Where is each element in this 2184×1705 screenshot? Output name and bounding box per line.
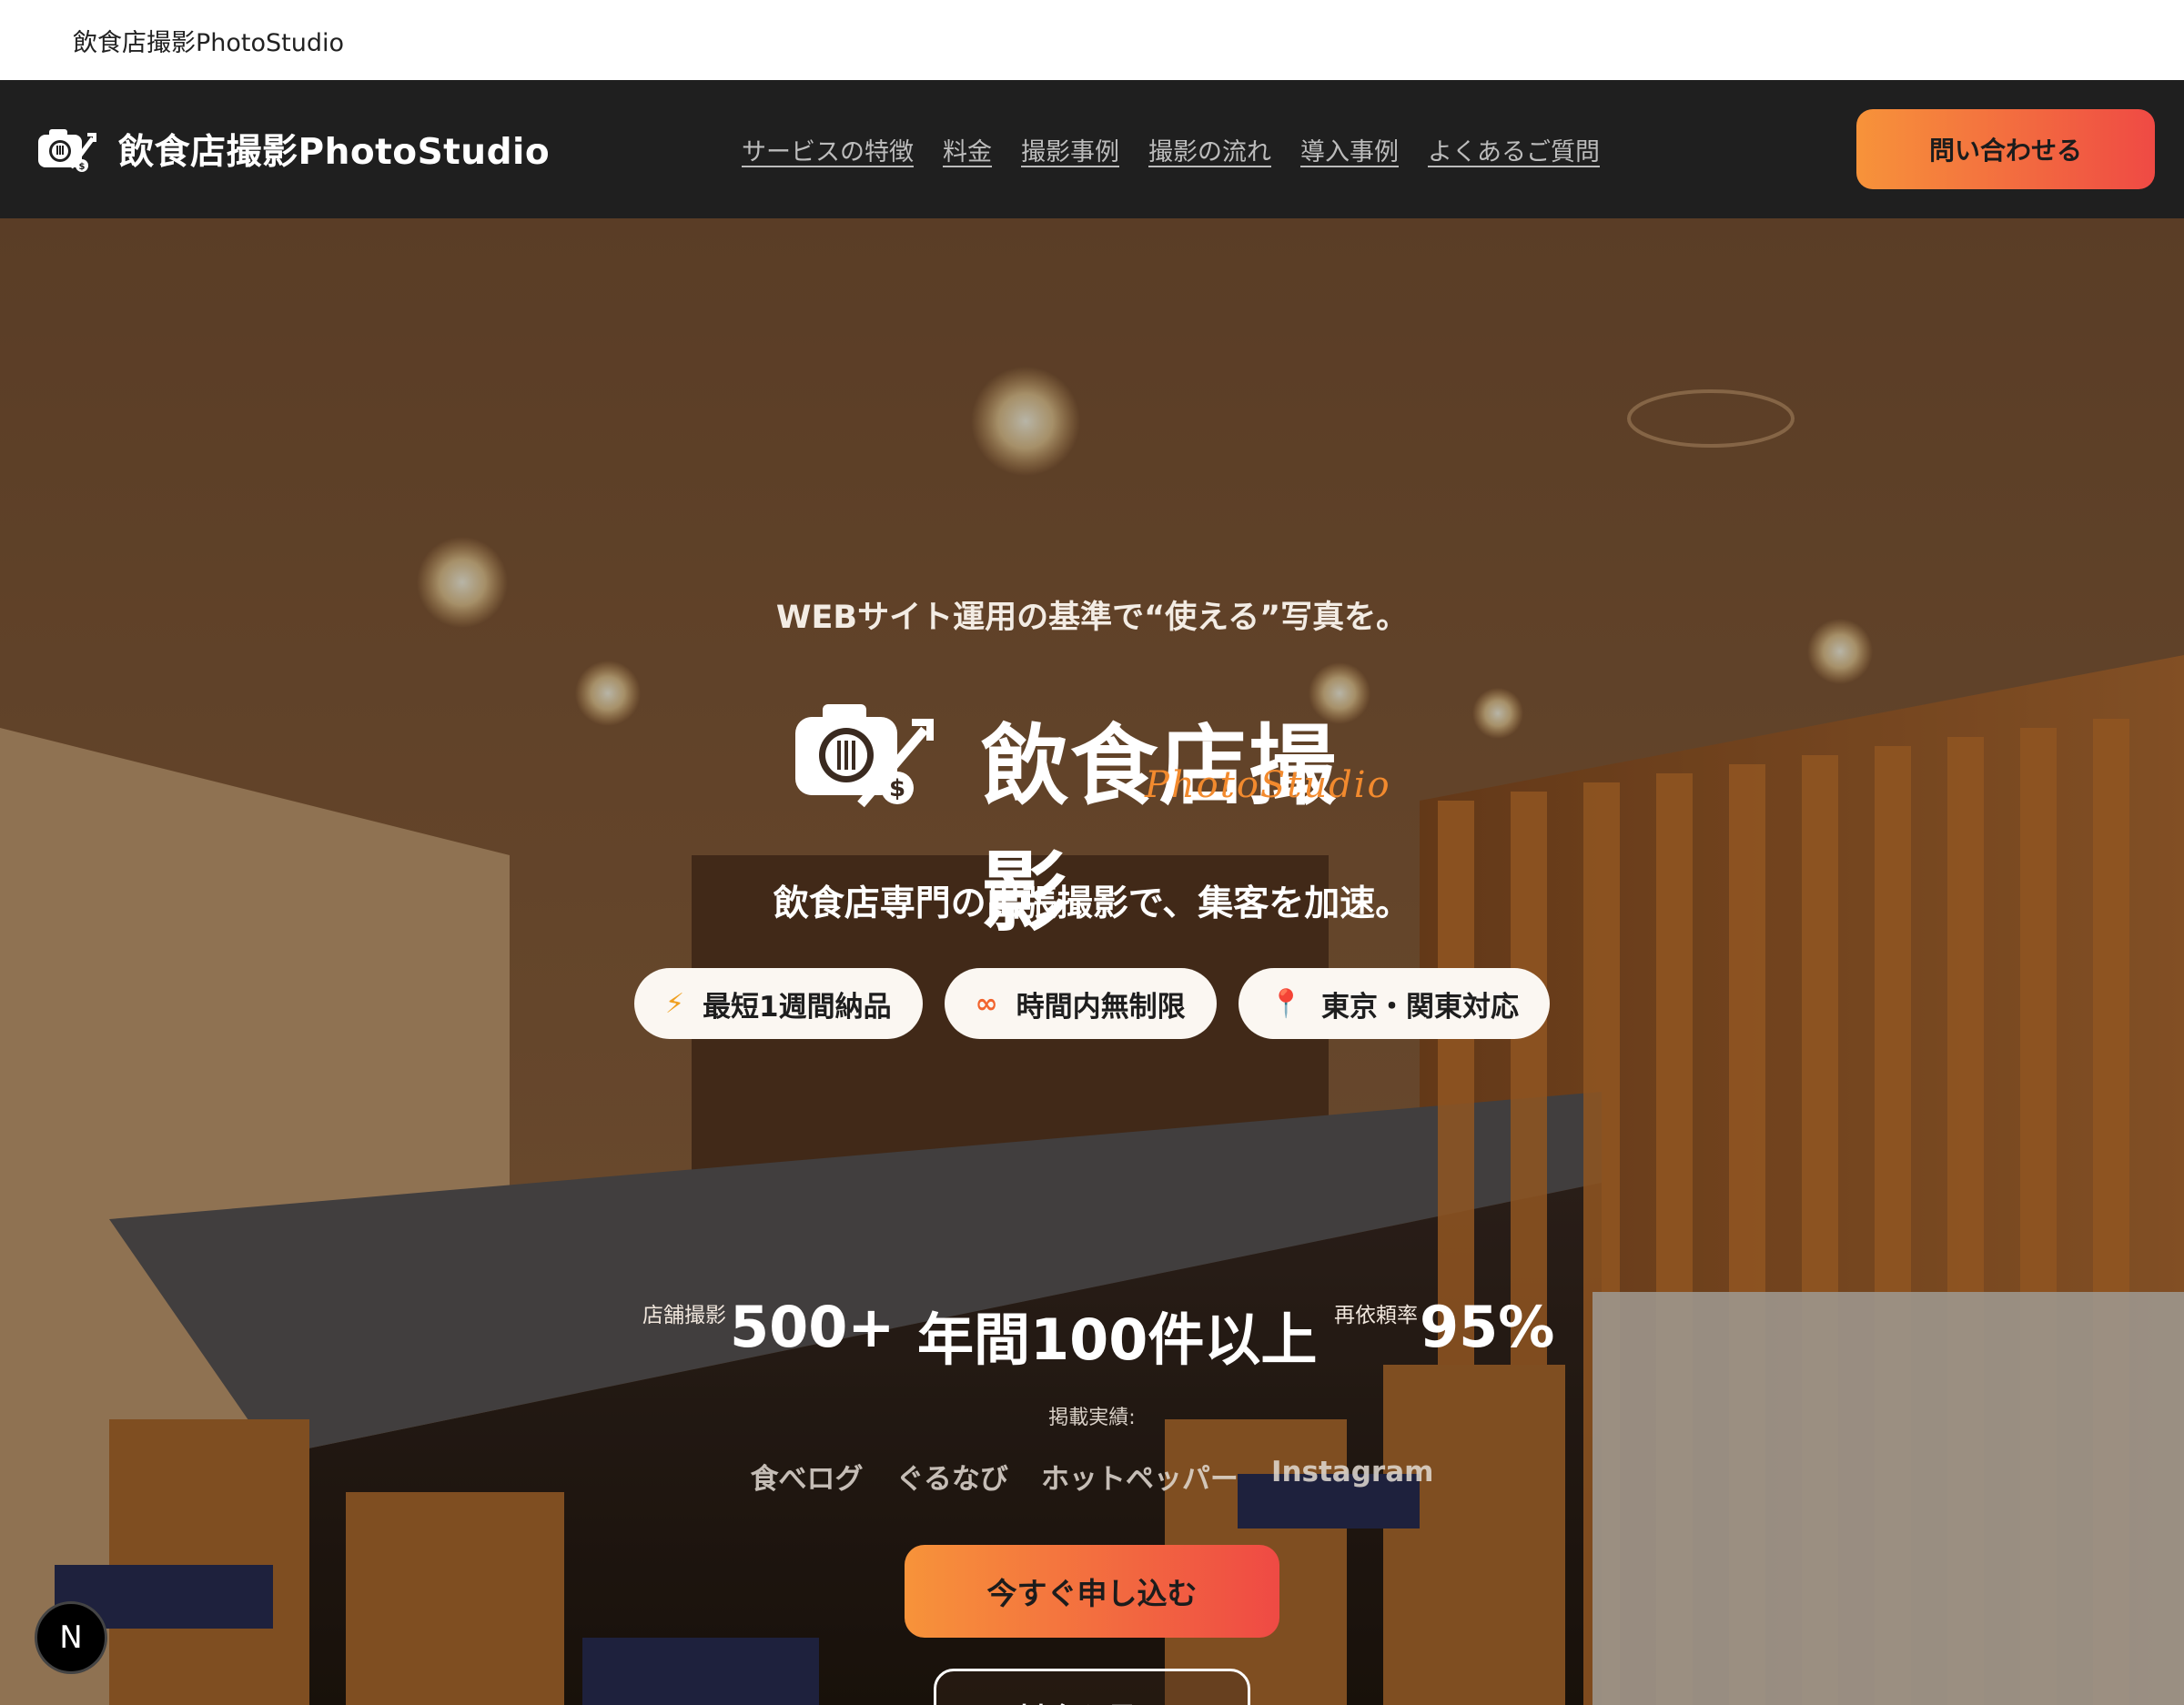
brand-name: 飲食店撮影PhotoStudio: [118, 132, 551, 173]
stat-repeat-label: 再依頼率: [1334, 1304, 1418, 1327]
media-item: 食べログ: [750, 1463, 864, 1496]
hero-tagline: WEBサイト運用の基準で“使える”写真を。: [775, 600, 1409, 636]
logo-title-en: PhotoStudio: [1145, 764, 1391, 806]
badge-label: 東京・関東対応: [1321, 990, 1519, 1024]
stats-row: 店舗撮影 500+ 年間100件以上 再依頼率 95%: [0, 1294, 2184, 1376]
site-header: $ 飲食店撮影PhotoStudio サービスの特徴 料金 撮影事例 撮影の流れ…: [0, 80, 2184, 218]
feature-badges: ⚡ 最短1週間納品 ∞ 時間内無制限 📍 東京・関東対応: [0, 968, 2184, 1039]
nav-link-pricing[interactable]: 料金: [943, 132, 992, 167]
stat-stores-label: 店舗撮影: [642, 1304, 726, 1327]
tab-title[interactable]: 飲食店撮影PhotoStudio: [73, 23, 344, 58]
svg-text:$: $: [889, 775, 905, 802]
media-label: 掲載実績:: [1048, 1407, 1136, 1429]
media-item: ホットペッパー: [1040, 1463, 1239, 1496]
badge-unlimited: ∞ 時間内無制限: [944, 968, 1217, 1039]
badge-label: 最短1週間納品: [703, 990, 892, 1024]
stat-stores-value: 500+: [730, 1294, 895, 1360]
nav-link-examples[interactable]: 導入事例: [1300, 132, 1399, 167]
hero-subtitle: 飲食店専門の出張撮影で、集客を加速。: [773, 883, 1411, 924]
camera-fork-icon: $: [38, 129, 96, 172]
lightning-icon: ⚡: [664, 987, 685, 1020]
infinity-icon: ∞: [975, 987, 998, 1020]
nav-link-faq[interactable]: よくあるご質問: [1428, 132, 1600, 167]
hero-section: WEBサイト運用の基準で“使える”写真を。 $ 飲食店撮影 PhotoStudi…: [0, 218, 2184, 1705]
nav-link-features[interactable]: サービスの特徴: [742, 132, 914, 167]
svg-text:$: $: [79, 162, 86, 172]
media-list: 食べログ ぐるなび ホットペッパー Instagram: [0, 1456, 2184, 1497]
media-item: Instagram: [1270, 1456, 1434, 1488]
stat-annual-value: 年間100件以上: [917, 1306, 1318, 1373]
pin-icon: 📍: [1269, 987, 1303, 1020]
apply-now-button[interactable]: 今すぐ申し込む: [905, 1545, 1279, 1638]
brand-logo[interactable]: $ 飲食店撮影PhotoStudio: [36, 124, 550, 175]
badge-area: 📍 東京・関東対応: [1238, 968, 1550, 1039]
dev-tools-badge[interactable]: N: [35, 1601, 107, 1674]
camera-fork-icon: $: [795, 704, 934, 808]
nav-link-flow[interactable]: 撮影の流れ: [1148, 132, 1271, 167]
badge-delivery: ⚡ 最短1週間納品: [633, 968, 923, 1039]
nav-link-cases[interactable]: 撮影事例: [1021, 132, 1119, 167]
badge-label: 時間内無制限: [1016, 990, 1186, 1024]
browser-tab-bar: 飲食店撮影PhotoStudio: [0, 0, 2184, 80]
stat-repeat-value: 95%: [1420, 1294, 1555, 1360]
view-pricing-button[interactable]: 料金を見る: [934, 1669, 1250, 1705]
media-item: ぐるなび: [895, 1463, 1008, 1496]
contact-button[interactable]: 問い合わせる: [1856, 109, 2155, 189]
main-nav: サービスの特徴 料金 撮影事例 撮影の流れ 導入事例 よくあるご質問: [742, 80, 1629, 218]
hero-logo: $ 飲食店撮影 PhotoStudio: [792, 699, 1410, 943]
